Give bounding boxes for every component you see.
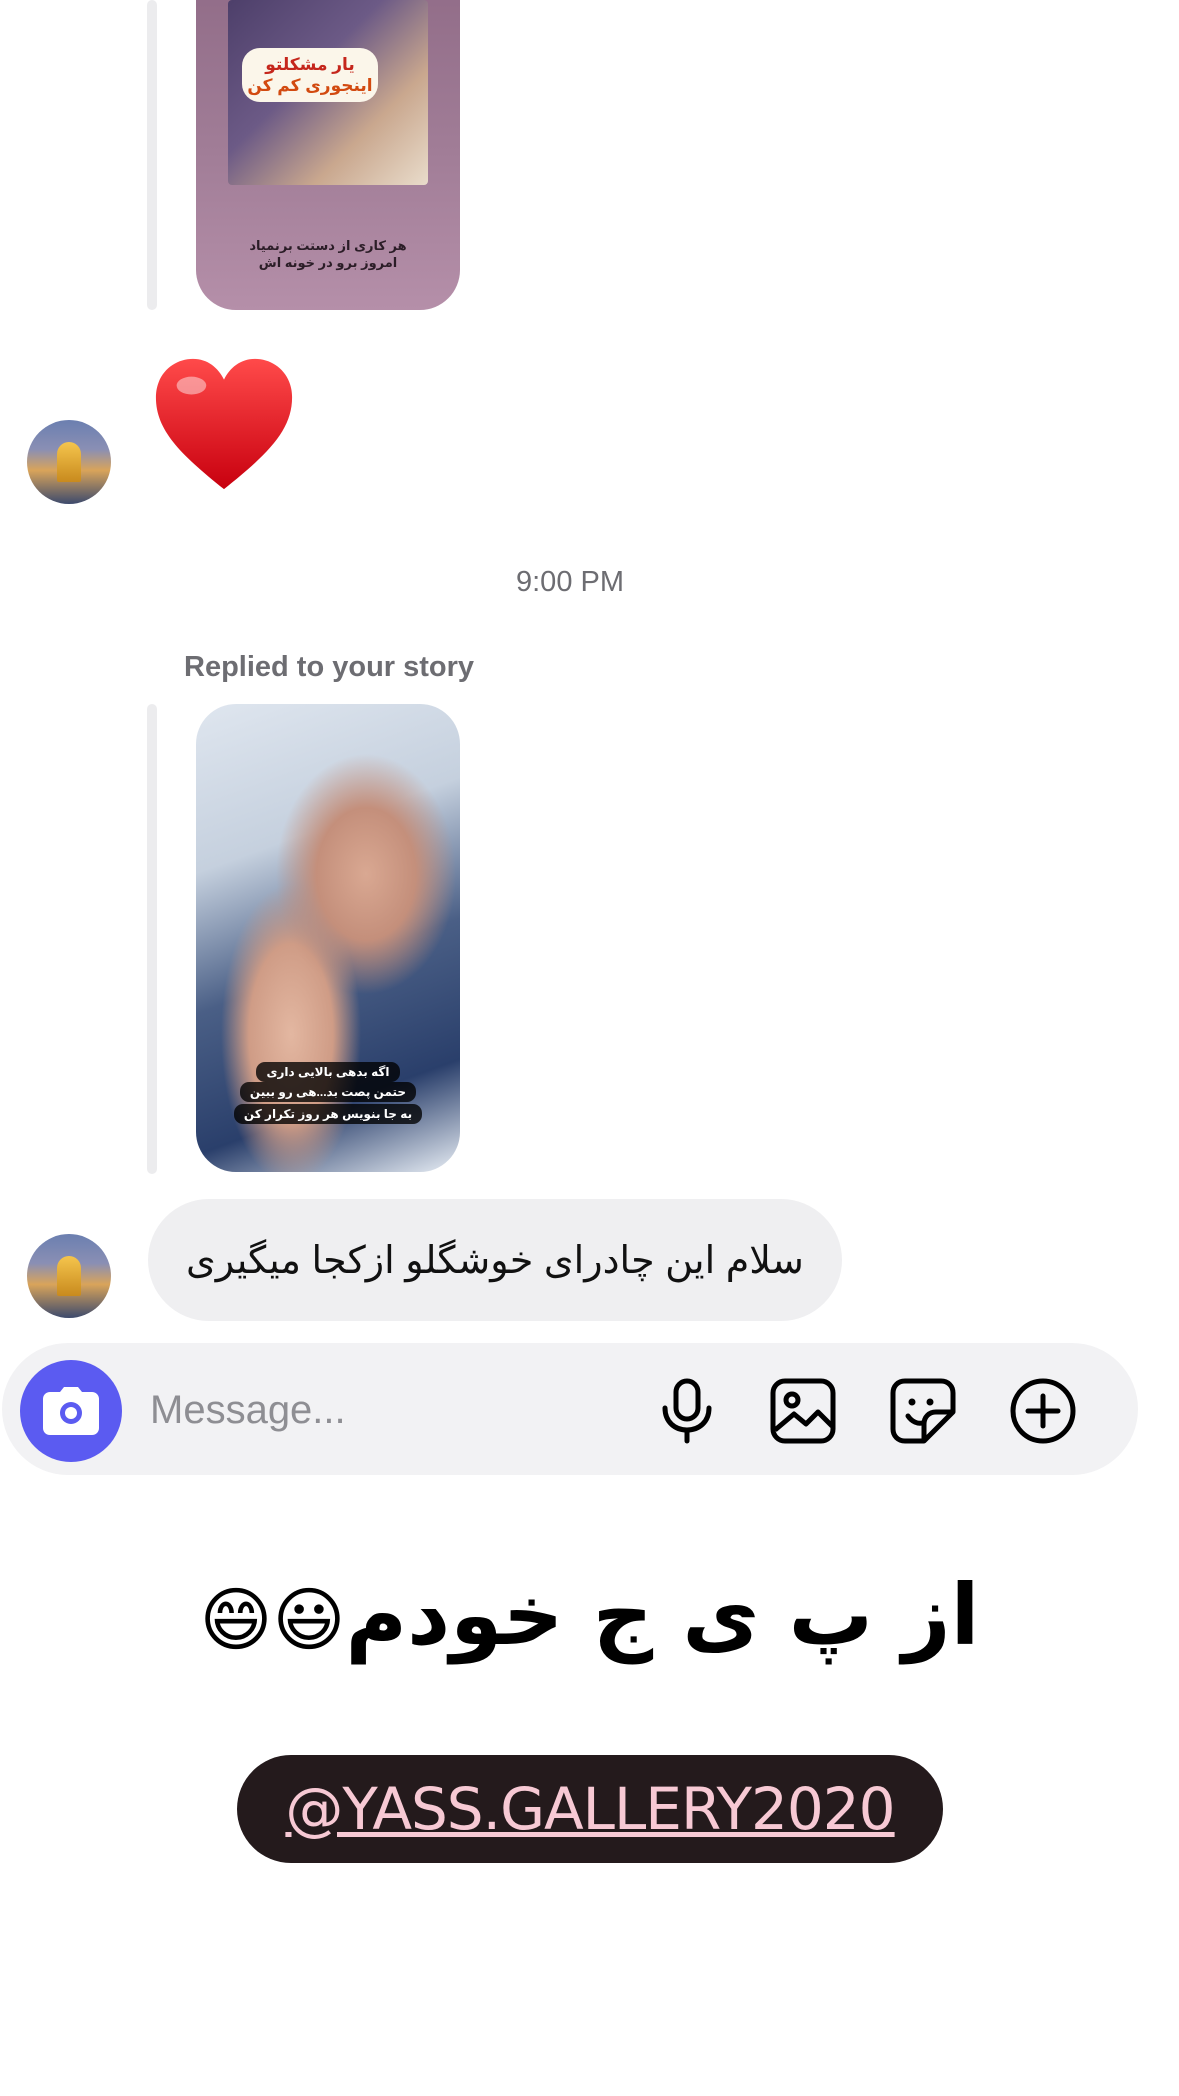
camera-icon [43,1387,99,1435]
story-thumbnail-2[interactable]: اگه بدهی بالایی داری حتمن پصت بد...هی رو… [196,704,460,1172]
story-thumbnail-1[interactable]: یار مشکلتو اینجوری کم کن هر کاری از دستت… [196,0,460,310]
story-caption: هر کاری از دستت برنمیاد امروز برو در خون… [206,237,450,271]
microphone-icon [662,1378,712,1444]
plus-circle-icon [1010,1378,1076,1444]
avatar-image [57,1256,81,1296]
overlay-text: از پ ی ج خودم [345,1566,980,1664]
caption-line-1: هر کاری از دستت برنمیاد [249,238,407,253]
overlay-caption: 😄😃از پ ی ج خودم [0,1566,1179,1664]
mention-tag-label: @YASS.GALLERY2020 [285,1775,895,1843]
sticker-line-2: اینجوری کم کن [247,76,373,95]
replied-label: Replied to your story [184,651,475,683]
message-composer [2,1343,1138,1475]
story-text-line-1: اگه بدهی بالایی داری [256,1062,400,1082]
story-text: حتمن پصت بد...هی رو ببین [196,1082,460,1102]
caption-line-2: امروز برو در خونه اش [258,255,398,270]
reply-quote-bar [147,0,157,310]
reply-quote-bar [147,704,157,1174]
story-text: به جا بنویس هر روز تکرار کن [196,1104,460,1124]
avatar-image [57,442,81,482]
voice-button[interactable] [652,1376,722,1446]
story-text-line-3: به جا بنویس هر روز تکرار کن [233,1104,423,1124]
sticker-icon [890,1378,956,1444]
mention-tag[interactable]: @YASS.GALLERY2020 [237,1755,943,1863]
message-bubble[interactable]: سلام این چادرای خوشگلو ازکجا میگیری [148,1199,842,1321]
timestamp: 9:00 PM [516,566,624,598]
camera-button[interactable] [20,1360,122,1462]
story-text-line-2: حتمن پصت بد...هی رو ببین [239,1082,417,1102]
sticker-line-1: یار مشکلتو [265,55,355,74]
avatar[interactable] [27,1234,111,1318]
more-button[interactable] [1008,1376,1078,1446]
avatar[interactable] [27,420,111,504]
story-sticker: یار مشکلتو اینجوری کم کن [242,48,378,102]
story-text: اگه بدهی بالایی داری [196,1062,460,1082]
overlay-emojis: 😄😃 [199,1579,346,1661]
gallery-button[interactable] [768,1376,838,1446]
message-input[interactable] [148,1379,612,1441]
heart-icon [155,358,293,490]
image-icon [770,1378,836,1444]
sticker-button[interactable] [888,1376,958,1446]
